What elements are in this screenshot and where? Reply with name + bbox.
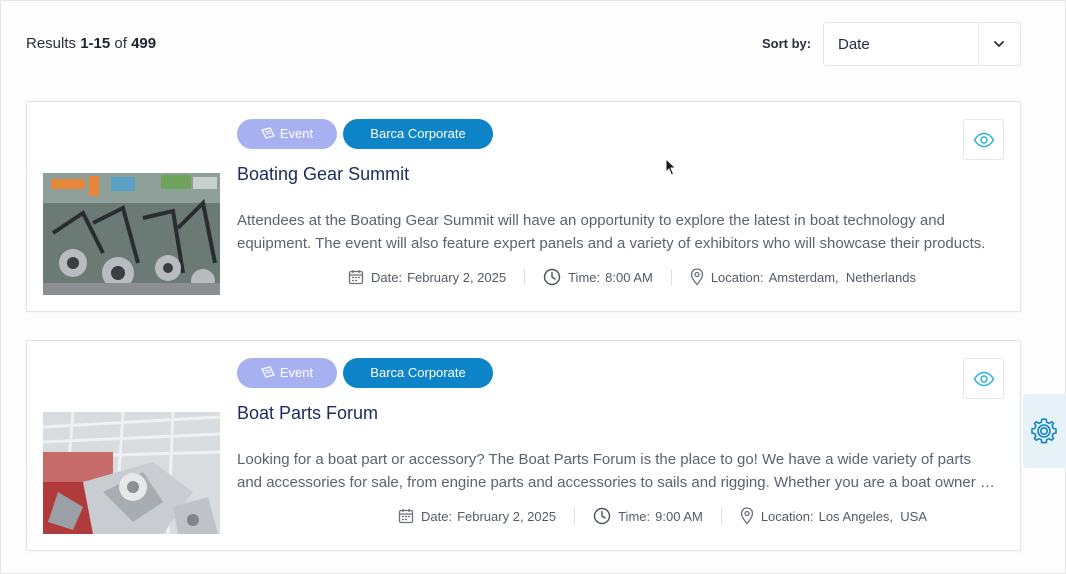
event-location: Location: Amsterdam, Netherlands — [690, 268, 916, 286]
eye-icon — [973, 132, 995, 148]
clock-icon — [543, 268, 561, 286]
meta-divider — [574, 508, 576, 524]
boat-parts-photo — [43, 412, 220, 534]
event-type-tag[interactable]: Event — [237, 119, 337, 149]
event-type-tag[interactable]: Event — [237, 358, 337, 388]
sort-dropdown[interactable]: Date — [823, 22, 1021, 66]
organizer-tag[interactable]: Barca Corporate — [343, 358, 493, 388]
event-time: Time: 8:00 AM — [543, 268, 653, 286]
location-pin-icon — [740, 507, 753, 525]
event-meta: Date: February 2, 2025 Time: 8:00 AM Loc… — [348, 267, 916, 287]
settings-tab[interactable] — [1023, 394, 1066, 468]
event-date: Date: February 2, 2025 — [398, 508, 556, 524]
event-description: Looking for a boat part or accessory? Th… — [237, 451, 994, 491]
organizer-tag[interactable]: Barca Corporate — [343, 119, 493, 149]
event-location: Location: Los Angeles, USA — [740, 507, 927, 525]
event-thumbnail[interactable] — [43, 173, 220, 295]
location-pin-icon — [690, 268, 703, 286]
sort-selected-value: Date — [838, 36, 870, 53]
gear-icon — [1031, 418, 1057, 444]
event-title[interactable]: Boat Parts Forum — [237, 403, 378, 424]
event-card[interactable]: Event Barca Corporate Boat Parts Forum L… — [26, 340, 1021, 551]
view-button[interactable] — [963, 358, 1004, 399]
chevron-down-icon[interactable] — [992, 37, 1006, 51]
calendar-icon — [348, 270, 364, 285]
event-thumbnail[interactable] — [43, 412, 220, 534]
event-description: Attendees at the Boating Gear Summit wil… — [237, 212, 986, 252]
boating-gear-photo — [43, 173, 220, 295]
mouse-cursor-icon — [665, 158, 677, 176]
ticket-icon — [261, 127, 275, 139]
meta-divider — [720, 508, 722, 524]
event-title[interactable]: Boating Gear Summit — [237, 164, 409, 185]
meta-divider — [524, 269, 526, 285]
clock-icon — [593, 507, 611, 525]
event-card[interactable]: Event Barca Corporate Boating Gear Summi… — [26, 101, 1021, 312]
sort-label: Sort by: — [762, 36, 812, 51]
ticket-icon — [261, 366, 275, 378]
meta-divider — [670, 269, 672, 285]
results-panel: Results 1-15 of 499 Sort by: Date Event … — [0, 0, 1066, 574]
results-total: 499 — [131, 35, 157, 52]
event-date: Date: February 2, 2025 — [348, 269, 506, 285]
calendar-icon — [398, 509, 414, 524]
eye-icon — [973, 371, 995, 387]
results-range: 1-15 — [80, 35, 111, 52]
event-meta: Date: February 2, 2025 Time: 9:00 AM Loc… — [398, 506, 927, 526]
sort-divider — [978, 23, 979, 65]
view-button[interactable] — [963, 119, 1004, 160]
event-time: Time: 9:00 AM — [593, 507, 703, 525]
results-count: Results 1-15 of 499 — [26, 35, 157, 52]
